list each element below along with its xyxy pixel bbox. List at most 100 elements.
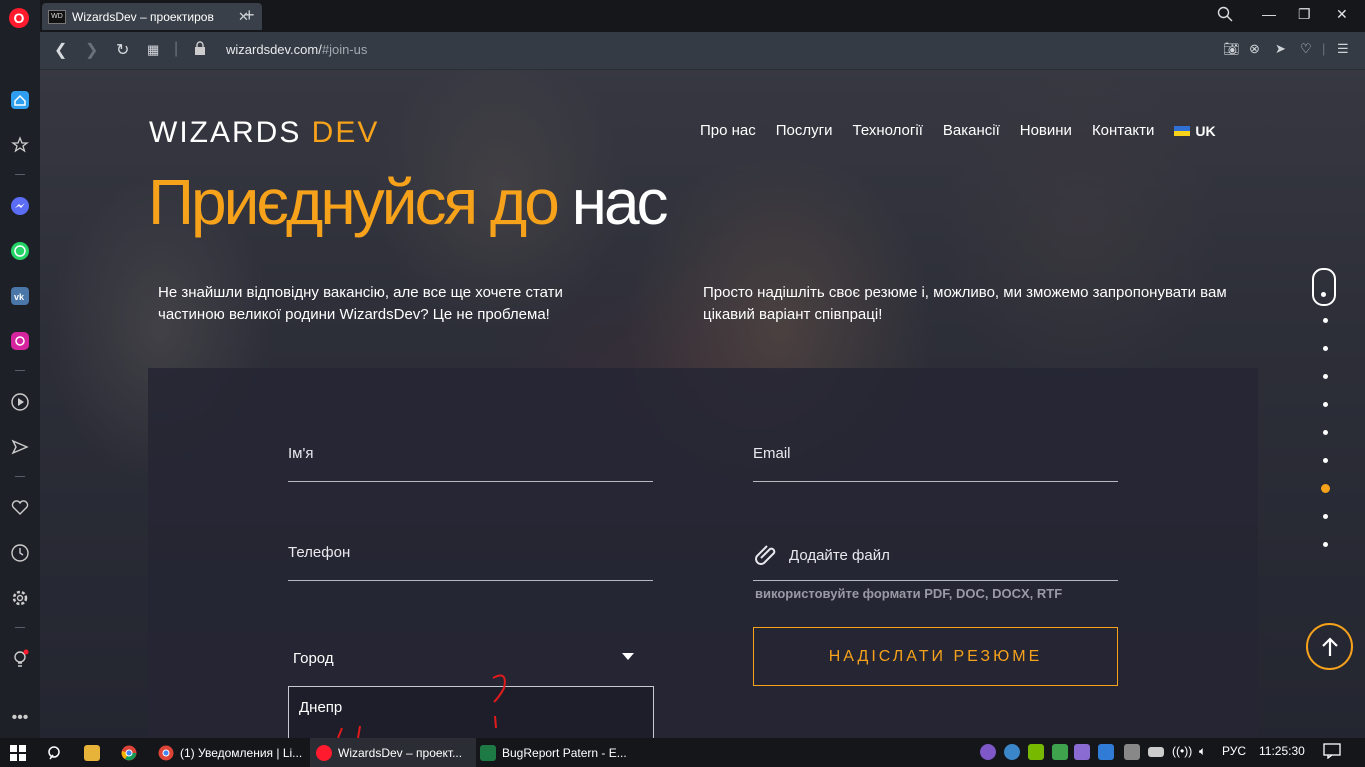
pagination-dot[interactable] bbox=[1323, 374, 1328, 379]
easy-setup-icon[interactable]: ☰ bbox=[1337, 41, 1349, 57]
taskbar-item-excel[interactable]: BugReport Patern - E... bbox=[474, 738, 640, 767]
tab-wizardsdev[interactable]: WD WizardsDev – проектиров ✕ bbox=[42, 3, 262, 30]
display-tray-icon[interactable] bbox=[1124, 744, 1140, 763]
taskbar-item-label: BugReport Patern - E... bbox=[502, 745, 627, 760]
feather-tray-icon[interactable] bbox=[1074, 744, 1090, 763]
url-path: #join-us bbox=[321, 42, 368, 57]
separator: | bbox=[1322, 41, 1326, 56]
speed-dial-icon[interactable] bbox=[8, 133, 32, 157]
defender-tray-icon[interactable] bbox=[1098, 744, 1114, 763]
tabs-grid-icon[interactable]: ▦ bbox=[147, 42, 159, 58]
nav-vacancies[interactable]: Вакансії bbox=[943, 122, 1000, 139]
send-icon[interactable] bbox=[8, 435, 32, 459]
site-logo[interactable]: WIZARDS DEV bbox=[149, 116, 379, 150]
nav-services[interactable]: Послуги bbox=[776, 122, 833, 139]
nvidia-tray-icon[interactable] bbox=[1028, 744, 1044, 763]
taskbar-item-label: (1) Уведомления | Li... bbox=[180, 745, 303, 760]
notifications-icon[interactable] bbox=[1323, 743, 1341, 762]
scroll-top-button[interactable] bbox=[1306, 623, 1353, 670]
name-field[interactable]: Ім'я bbox=[288, 437, 653, 482]
volume-tray-icon[interactable]: 🔈︎ bbox=[1199, 744, 1206, 759]
search-icon[interactable] bbox=[47, 738, 63, 767]
input-language[interactable]: РУС bbox=[1222, 744, 1246, 758]
share-icon[interactable]: ➤ bbox=[1275, 41, 1286, 57]
minimize-icon[interactable]: — bbox=[1262, 6, 1276, 22]
nav-news[interactable]: Новини bbox=[1020, 122, 1072, 139]
pagination-dot[interactable] bbox=[1321, 292, 1326, 297]
pagination-dot[interactable] bbox=[1323, 318, 1328, 323]
messenger-icon[interactable] bbox=[8, 194, 32, 218]
chrome-icon bbox=[158, 745, 174, 760]
pagination-dot-current[interactable] bbox=[1321, 484, 1330, 493]
email-field[interactable]: Email bbox=[753, 437, 1118, 482]
battery-tray-icon[interactable] bbox=[1148, 744, 1164, 760]
nav-technologies[interactable]: Технології bbox=[853, 122, 923, 139]
logo-accent: DEV bbox=[311, 116, 380, 149]
taskbar-item-opera[interactable]: WizardsDev – проект... bbox=[310, 738, 476, 767]
app-tray-icon[interactable] bbox=[1052, 744, 1068, 763]
opera-sidebar: O vk ••• bbox=[0, 0, 40, 738]
search-tabs-icon[interactable] bbox=[1217, 6, 1233, 25]
reload-icon[interactable]: ↻ bbox=[116, 40, 129, 60]
pagination-dot[interactable] bbox=[1323, 346, 1328, 351]
pagination-dot[interactable] bbox=[1323, 514, 1328, 519]
city-select-label: Город bbox=[293, 650, 334, 667]
close-window-icon[interactable]: ✕ bbox=[1336, 6, 1348, 23]
settings-gear-icon[interactable] bbox=[8, 586, 32, 610]
file-explorer-icon[interactable] bbox=[84, 738, 100, 767]
submit-resume-button[interactable]: НАДІСЛАТИ РЕЗЮМЕ bbox=[753, 627, 1118, 686]
tab-strip: WD WizardsDev – проектиров ✕ + — ❐ ✕ bbox=[40, 0, 1365, 32]
pagination-dot[interactable] bbox=[1323, 542, 1328, 547]
email-label: Email bbox=[753, 445, 791, 462]
wifi-tray-icon[interactable]: ((•)) bbox=[1172, 744, 1192, 758]
nav-about[interactable]: Про нас bbox=[700, 122, 756, 139]
file-format-hint: використовуйте формати PDF, DOC, DOCX, R… bbox=[755, 586, 1063, 601]
chrome-icon[interactable] bbox=[121, 738, 137, 767]
new-tab-icon[interactable]: + bbox=[244, 5, 255, 26]
forward-icon[interactable]: ❯ bbox=[85, 40, 98, 60]
pagination-dot[interactable] bbox=[1323, 430, 1328, 435]
windows-taskbar: (1) Уведомления | Li... WizardsDev – про… bbox=[0, 738, 1365, 767]
phone-field[interactable]: Телефон bbox=[288, 536, 653, 581]
nav-contacts[interactable]: Контакти bbox=[1092, 122, 1154, 139]
language-switch[interactable]: UK bbox=[1174, 122, 1216, 139]
back-icon[interactable]: ❮ bbox=[54, 40, 67, 60]
adblock-icon[interactable]: ⊗ bbox=[1249, 41, 1260, 57]
url-field[interactable]: wizardsdev.com/#join-us bbox=[226, 42, 367, 57]
logo-main: WIZARDS bbox=[149, 116, 312, 149]
more-dots-icon[interactable]: ••• bbox=[8, 706, 32, 730]
red-annotation-scribble bbox=[337, 674, 506, 738]
windows-start-icon[interactable] bbox=[10, 738, 26, 767]
file-upload-field[interactable]: Додайте файл bbox=[753, 536, 1118, 581]
lightbulb-icon[interactable] bbox=[8, 647, 32, 671]
heart-icon[interactable] bbox=[8, 496, 32, 520]
name-label: Ім'я bbox=[288, 445, 314, 462]
title-accent: Приєднуйся до bbox=[148, 166, 560, 238]
join-form: Ім'я Email Телефон Додайте файл використ… bbox=[148, 368, 1258, 738]
instagram-icon[interactable] bbox=[8, 329, 32, 353]
bookmark-heart-icon[interactable]: ♡ bbox=[1300, 41, 1312, 57]
lock-icon bbox=[194, 41, 206, 60]
whatsapp-icon[interactable] bbox=[8, 239, 32, 263]
pagination-dot[interactable] bbox=[1323, 402, 1328, 407]
pagination-active-frame[interactable] bbox=[1312, 268, 1336, 306]
title-rest: нас bbox=[556, 166, 669, 238]
taskbar-item-notifications[interactable]: (1) Уведомления | Li... bbox=[152, 738, 308, 767]
history-icon[interactable] bbox=[8, 541, 32, 565]
clock[interactable]: 11:25:30 bbox=[1259, 744, 1305, 758]
file-upload-row: Додайте файл bbox=[753, 544, 890, 566]
vk-icon[interactable]: vk bbox=[8, 284, 32, 308]
camera-icon[interactable]: 📷︎ bbox=[1223, 41, 1240, 57]
sidebar-divider bbox=[15, 627, 25, 628]
address-bar: ❮ ❯ ↻ ▦ | wizardsdev.com/#join-us 📷︎ ⊗ ➤… bbox=[40, 32, 1365, 70]
opera-logo-icon[interactable]: O bbox=[9, 8, 29, 28]
pagination-dot[interactable] bbox=[1323, 458, 1328, 463]
separator: | bbox=[174, 40, 179, 57]
language-label: UK bbox=[1195, 122, 1216, 139]
home-icon[interactable] bbox=[8, 88, 32, 112]
network-tray-icon[interactable] bbox=[1004, 744, 1020, 763]
tab-title: WizardsDev – проектиров bbox=[72, 9, 214, 24]
viber-tray-icon[interactable] bbox=[980, 744, 996, 763]
restore-icon[interactable]: ❐ bbox=[1298, 6, 1311, 23]
player-icon[interactable] bbox=[8, 390, 32, 414]
